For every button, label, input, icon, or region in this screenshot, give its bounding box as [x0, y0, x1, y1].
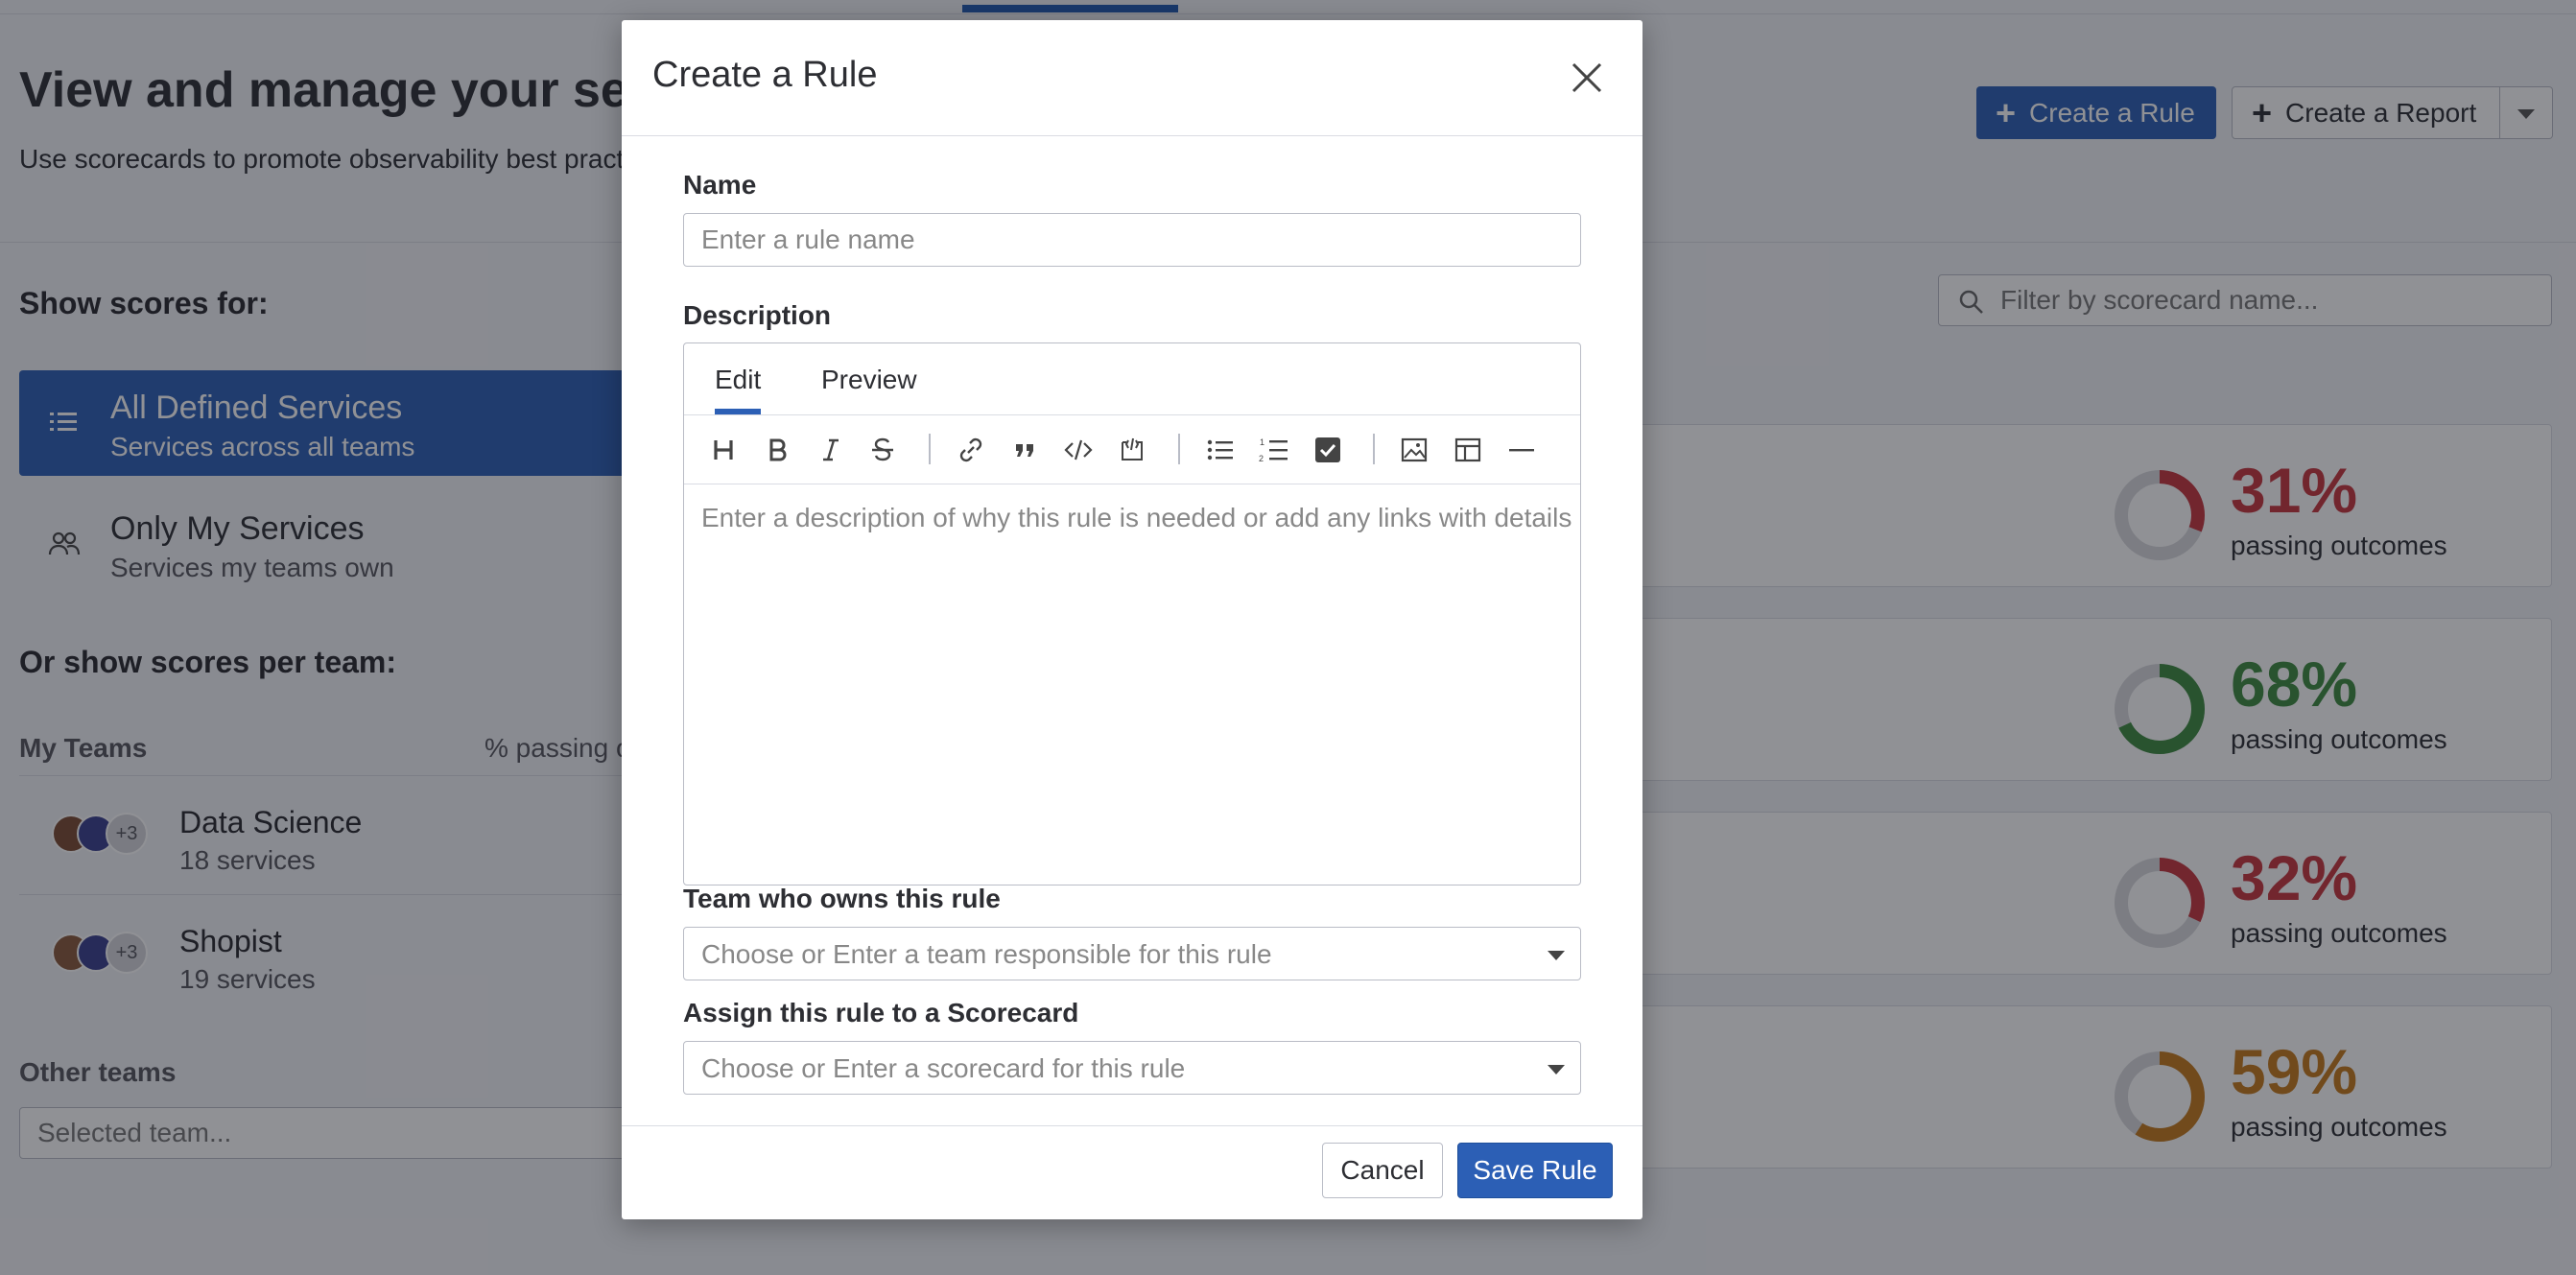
table-icon[interactable]	[1452, 434, 1484, 466]
task-list-icon[interactable]	[1312, 434, 1344, 466]
quote-icon[interactable]	[1008, 434, 1041, 466]
close-icon[interactable]	[1570, 60, 1604, 95]
strikethrough-icon[interactable]	[866, 434, 899, 466]
image-icon[interactable]	[1398, 434, 1430, 466]
editor-toolbar: 12	[684, 414, 1580, 484]
tab-preview[interactable]: Preview	[821, 365, 917, 395]
team-owner-select[interactable]: Choose or Enter a team responsible for t…	[683, 927, 1581, 980]
link-icon[interactable]	[955, 434, 987, 466]
numbered-list-icon[interactable]: 12	[1258, 434, 1290, 466]
description-editor: Edit Preview 12 Enter a description of w…	[683, 342, 1581, 885]
code-icon[interactable]	[1062, 434, 1095, 466]
toolbar-divider	[929, 434, 931, 464]
svg-text:1: 1	[1260, 437, 1264, 447]
description-textarea[interactable]: Enter a description of why this rule is …	[684, 484, 1580, 885]
chevron-down-icon	[1548, 1065, 1565, 1074]
modal-header: Create a Rule	[622, 20, 1642, 136]
team-owner-placeholder: Choose or Enter a team responsible for t…	[701, 939, 1272, 969]
team-owner-label: Team who owns this rule	[683, 884, 1001, 913]
editor-tabs: Edit Preview	[684, 343, 1580, 415]
save-rule-button[interactable]: Save Rule	[1457, 1143, 1613, 1198]
name-label: Name	[683, 170, 757, 200]
create-rule-modal: Create a Rule Name Description Edit Prev…	[622, 20, 1642, 1219]
bullet-list-icon[interactable]	[1204, 434, 1237, 466]
heading-icon[interactable]	[707, 434, 740, 466]
toolbar-divider	[1373, 434, 1375, 464]
cancel-button[interactable]: Cancel	[1322, 1143, 1443, 1198]
rule-name-input[interactable]	[683, 213, 1581, 267]
toolbar-divider	[1178, 434, 1180, 464]
horizontal-rule-icon[interactable]	[1505, 434, 1538, 466]
code-block-icon[interactable]	[1116, 434, 1148, 466]
chevron-down-icon	[1548, 951, 1565, 960]
scorecard-label: Assign this rule to a Scorecard	[683, 998, 1079, 1027]
svg-text:2: 2	[1259, 454, 1264, 463]
scorecard-select[interactable]: Choose or Enter a scorecard for this rul…	[683, 1041, 1581, 1095]
italic-icon[interactable]	[815, 434, 847, 466]
scorecard-placeholder: Choose or Enter a scorecard for this rul…	[701, 1053, 1186, 1083]
description-label: Description	[683, 300, 832, 330]
modal-title: Create a Rule	[652, 55, 878, 95]
tab-edit[interactable]: Edit	[715, 365, 762, 414]
bold-icon[interactable]	[761, 434, 793, 466]
